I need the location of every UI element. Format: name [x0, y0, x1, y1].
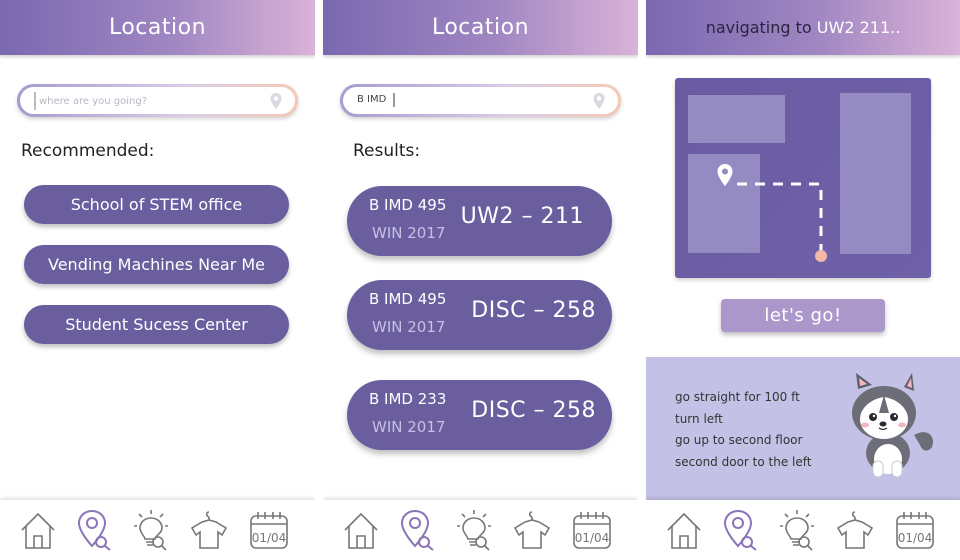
result-room: UW2 – 211 — [460, 204, 584, 229]
result-room: DISC – 258 — [471, 398, 596, 423]
direction-step: go straight for 100 ft — [675, 390, 800, 404]
result-term: WIN 2017 — [372, 224, 446, 242]
result-card[interactable]: B IMD 495 WIN 2017 UW2 – 211 — [347, 186, 612, 256]
bottom-nav: 01/04 — [323, 500, 638, 560]
screen-search-results: Location B IMD Results: B IMD 495 WIN 20… — [323, 0, 638, 560]
result-course: B IMD 495 — [369, 290, 447, 308]
navigation-prefix: navigating to — [705, 18, 812, 37]
destination-marker — [815, 250, 827, 262]
idea-search-icon[interactable] — [777, 508, 817, 552]
search-input[interactable]: B IMD — [357, 94, 386, 105]
result-card[interactable]: B IMD 233 WIN 2017 DISC – 258 — [347, 380, 612, 450]
result-card[interactable]: B IMD 495 WIN 2017 DISC – 258 — [347, 280, 612, 350]
calendar-icon[interactable]: 01/04 — [572, 508, 612, 552]
clothing-icon[interactable] — [835, 508, 875, 552]
results-label: Results: — [353, 141, 421, 161]
route-path — [737, 182, 827, 262]
calendar-date: 01/04 — [898, 531, 933, 545]
recommendation-button[interactable]: School of STEM office — [24, 185, 289, 224]
calendar-date: 01/04 — [575, 531, 610, 545]
text-cursor — [393, 93, 395, 107]
direction-step: go up to second floor — [675, 433, 803, 447]
location-pin-icon — [270, 93, 282, 109]
screen-navigation: navigating to UW2 211.. let's go! go str… — [646, 0, 960, 560]
result-term: WIN 2017 — [372, 318, 446, 336]
page-title: Location — [431, 15, 530, 40]
result-room: DISC – 258 — [471, 298, 596, 323]
direction-step: second door to the left — [675, 455, 812, 469]
page-title: Location — [108, 15, 207, 40]
bottom-nav: 01/04 — [0, 500, 315, 560]
location-search-icon[interactable] — [720, 508, 760, 552]
recommendation-button[interactable]: Vending Machines Near Me — [24, 245, 289, 284]
route-map[interactable] — [675, 78, 931, 278]
header: Location — [323, 0, 638, 55]
navigation-title: navigating to UW2 211.. — [706, 18, 901, 37]
clothing-icon[interactable] — [189, 508, 229, 552]
location-pin-icon — [593, 93, 605, 109]
bottom-nav: 01/04 — [646, 500, 960, 560]
search-input[interactable] — [34, 92, 254, 110]
location-pin-icon — [717, 164, 733, 186]
home-icon[interactable] — [18, 508, 58, 552]
navigation-destination: UW2 211.. — [816, 18, 901, 37]
idea-search-icon[interactable] — [454, 508, 494, 552]
search-bar[interactable]: B IMD — [340, 84, 621, 117]
idea-search-icon[interactable] — [131, 508, 171, 552]
result-term: WIN 2017 — [372, 418, 446, 436]
home-icon[interactable] — [664, 508, 704, 552]
search-bar[interactable] — [17, 84, 298, 117]
location-search-icon[interactable] — [74, 508, 114, 552]
result-course: B IMD 495 — [369, 196, 447, 214]
calendar-icon[interactable]: 01/04 — [895, 508, 935, 552]
location-search-icon[interactable] — [397, 508, 437, 552]
recommendation-button[interactable]: Student Sucess Center — [24, 305, 289, 344]
result-course: B IMD 233 — [369, 390, 447, 408]
husky-mascot-icon — [852, 373, 934, 478]
directions-panel: go straight for 100 ft turn left go up t… — [646, 357, 960, 500]
direction-step: turn left — [675, 412, 723, 426]
home-icon[interactable] — [341, 508, 381, 552]
calendar-icon[interactable]: 01/04 — [249, 508, 289, 552]
recommended-label: Recommended: — [21, 141, 155, 161]
header: navigating to UW2 211.. — [646, 0, 960, 55]
screen-location-search: Location Recommended: School of STEM off… — [0, 0, 315, 560]
clothing-icon[interactable] — [512, 508, 552, 552]
lets-go-button[interactable]: let's go! — [721, 299, 885, 332]
header: Location — [0, 0, 315, 55]
calendar-date: 01/04 — [252, 531, 287, 545]
